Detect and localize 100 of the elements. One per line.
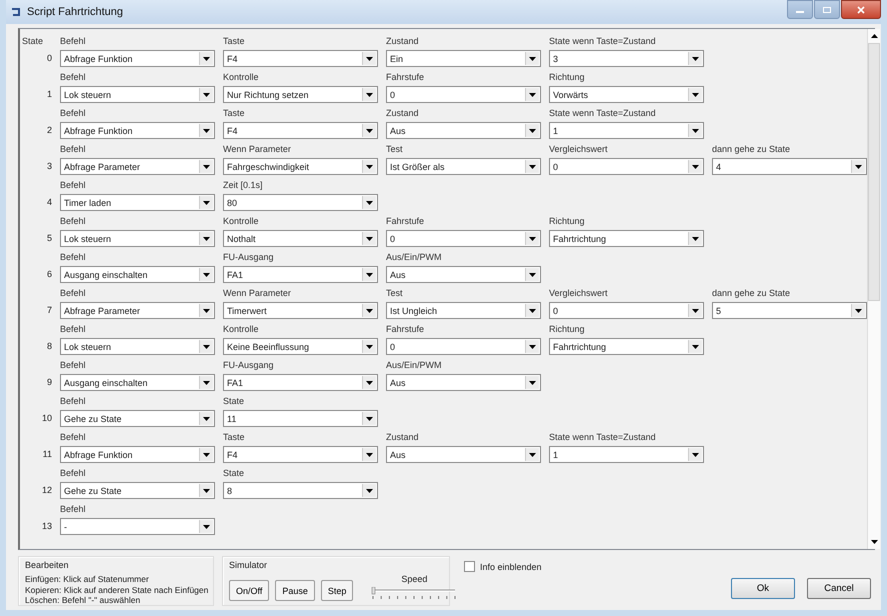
dropdown[interactable]: 0: [386, 230, 541, 247]
dropdown[interactable]: 0: [386, 86, 541, 103]
dialog-button[interactable]: Ok: [731, 578, 795, 599]
dropdown[interactable]: FA1: [223, 266, 378, 283]
dropdown[interactable]: 1: [549, 122, 704, 139]
dropdown[interactable]: Gehe zu State: [60, 410, 215, 427]
dropdown[interactable]: FA1: [223, 374, 378, 391]
scroll-up-icon[interactable]: [870, 34, 878, 38]
scrollbar[interactable]: [867, 29, 880, 549]
speed-label: Speed: [401, 574, 428, 585]
dropdown[interactable]: Fahrtrichtung: [549, 230, 704, 247]
dropdown[interactable]: Abfrage Parameter: [60, 302, 215, 319]
simulator-button[interactable]: Pause: [275, 580, 315, 601]
dropdown[interactable]: Ein: [386, 50, 541, 67]
dropdown[interactable]: Fahrtrichtung: [549, 338, 704, 355]
state-number[interactable]: 4: [46, 194, 52, 211]
info-checkbox[interactable]: Info einblenden: [464, 561, 542, 572]
field-label: Richtung: [549, 71, 586, 84]
caret-icon: [529, 128, 536, 132]
dropdown[interactable]: Aus: [386, 446, 541, 463]
dropdown[interactable]: 0: [386, 338, 541, 355]
caret-icon: [366, 92, 373, 96]
simulator-button[interactable]: Step: [320, 580, 354, 601]
dropdown[interactable]: Timer laden: [60, 194, 215, 211]
speed-slider[interactable]: [371, 587, 458, 601]
dropdown[interactable]: Ist Größer als: [386, 158, 541, 175]
dropdown[interactable]: Abfrage Funktion: [60, 50, 215, 67]
simulator-button[interactable]: On/Off: [229, 580, 270, 601]
dropdown[interactable]: F4: [223, 50, 378, 67]
state-number[interactable]: 5: [46, 230, 52, 247]
dropdown[interactable]: Fahrgeschwindigkeit: [223, 158, 378, 175]
dropdown[interactable]: 4: [712, 158, 867, 175]
caret-icon: [366, 56, 373, 60]
dropdown[interactable]: 3: [549, 50, 704, 67]
caret-icon: [366, 416, 373, 420]
dropdown[interactable]: Abfrage Parameter: [60, 158, 215, 175]
state-number[interactable]: 3: [46, 158, 52, 175]
dropdown[interactable]: Timerwert: [223, 302, 378, 319]
field-label: Befehl: [60, 179, 87, 192]
minimize-button[interactable]: [787, 0, 813, 19]
help-text: Einfügen: Klick auf Statenummer: [25, 574, 150, 584]
scroll-down-icon[interactable]: [870, 540, 878, 544]
dropdown[interactable]: Gehe zu State: [60, 482, 215, 499]
state-number[interactable]: 9: [46, 374, 52, 391]
close-icon: [856, 6, 866, 14]
dialog-button[interactable]: Cancel: [807, 578, 871, 599]
dropdown[interactable]: Lok steuern: [60, 86, 215, 103]
field-label: Kontrolle: [223, 71, 260, 84]
dropdown[interactable]: 5: [712, 302, 867, 319]
state-number[interactable]: 0: [46, 50, 52, 67]
slider-thumb[interactable]: [372, 587, 376, 594]
field-label: Befehl: [60, 323, 87, 336]
scroll-thumb[interactable]: [868, 43, 880, 301]
state-number[interactable]: 2: [46, 122, 52, 139]
state-number[interactable]: 13: [42, 518, 52, 535]
field-label: dann gehe zu State: [712, 287, 792, 300]
field-label: Wenn Parameter: [223, 143, 292, 156]
dropdown[interactable]: Aus: [386, 266, 541, 283]
dropdown[interactable]: 0: [549, 302, 704, 319]
dropdown[interactable]: Ausgang einschalten: [60, 374, 215, 391]
dropdown[interactable]: Abfrage Funktion: [60, 122, 215, 139]
field-label: Befehl: [60, 359, 87, 372]
dropdown[interactable]: F4: [223, 122, 378, 139]
state-number[interactable]: 8: [46, 338, 52, 355]
caret-icon: [692, 128, 699, 132]
close-button[interactable]: [841, 0, 881, 19]
dropdown[interactable]: -: [60, 518, 215, 535]
state-number[interactable]: 6: [46, 266, 52, 283]
dropdown[interactable]: Aus: [386, 374, 541, 391]
field-label: Kontrolle: [223, 323, 260, 336]
dropdown[interactable]: Abfrage Funktion: [60, 446, 215, 463]
field-label: Aus/Ein/PWM: [386, 359, 443, 372]
caret-icon: [203, 452, 210, 456]
state-number[interactable]: 11: [42, 446, 52, 463]
field-label: State: [223, 467, 246, 480]
dropdown[interactable]: 8: [223, 482, 378, 499]
dropdown[interactable]: Vorwärts: [549, 86, 704, 103]
caret-icon: [203, 488, 210, 492]
state-number[interactable]: 1: [46, 86, 52, 103]
dropdown[interactable]: 80: [223, 194, 378, 211]
field-label: State wenn Taste=Zustand: [549, 107, 657, 120]
state-number[interactable]: 12: [42, 482, 52, 499]
window-title: Script Fahrtrichtung: [27, 6, 123, 18]
state-number[interactable]: 10: [42, 410, 52, 427]
field-label: Befehl: [60, 71, 87, 84]
dropdown[interactable]: Nothalt: [223, 230, 378, 247]
dropdown[interactable]: Aus: [386, 122, 541, 139]
dropdown[interactable]: Ausgang einschalten: [60, 266, 215, 283]
dropdown[interactable]: Lok steuern: [60, 230, 215, 247]
dropdown[interactable]: F4: [223, 446, 378, 463]
dropdown[interactable]: Ist Ungleich: [386, 302, 541, 319]
dropdown[interactable]: Nur Richtung setzen: [223, 86, 378, 103]
dropdown[interactable]: 0: [549, 158, 704, 175]
field-label: Test: [386, 287, 404, 300]
dropdown[interactable]: Lok steuern: [60, 338, 215, 355]
maximize-button[interactable]: [814, 0, 840, 19]
dropdown[interactable]: 11: [223, 410, 378, 427]
dropdown[interactable]: 1: [549, 446, 704, 463]
state-number[interactable]: 7: [46, 302, 52, 319]
dropdown[interactable]: Keine Beeinflussung: [223, 338, 378, 355]
